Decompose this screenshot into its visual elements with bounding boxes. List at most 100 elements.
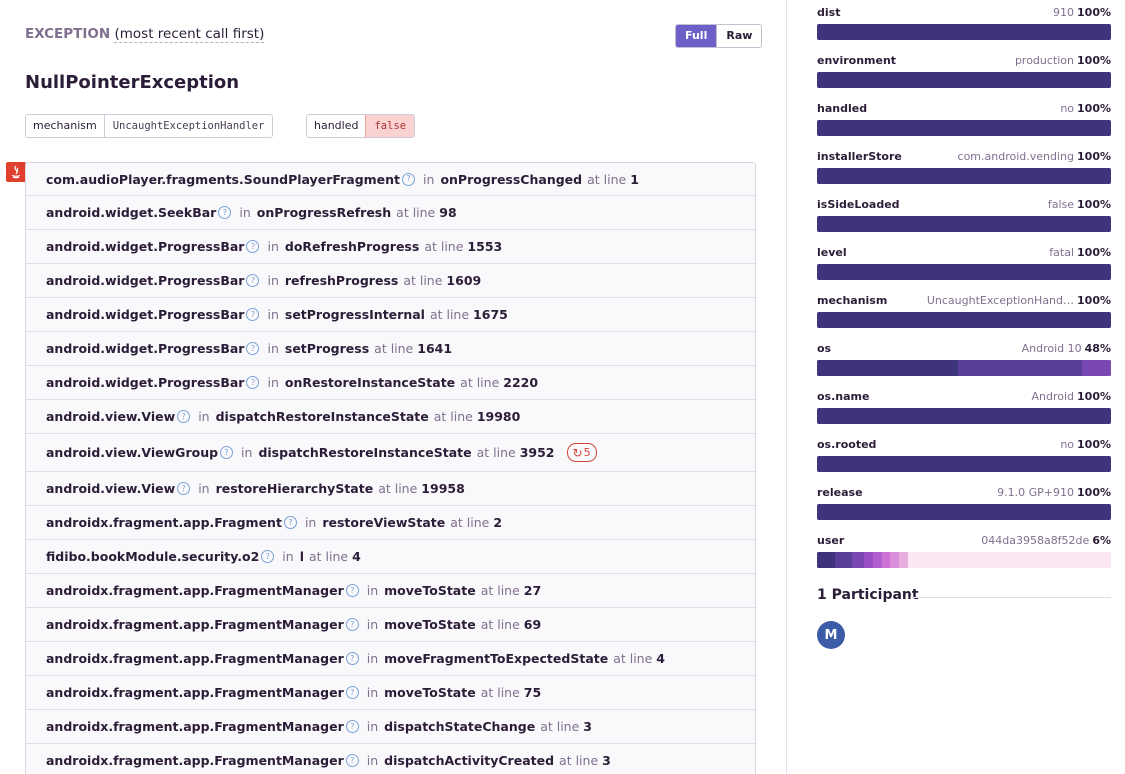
bar-segment[interactable]	[872, 552, 882, 568]
mechanism-key: mechanism	[26, 115, 104, 137]
frame-module: androidx.fragment.app.FragmentManager	[46, 583, 344, 598]
frame-function: dispatchActivityCreated	[384, 753, 555, 768]
stack-frame[interactable]: android.widget.ProgressBar? in setProgress…	[26, 297, 755, 331]
bar-segment[interactable]	[881, 552, 891, 568]
bar-segment[interactable]	[958, 360, 1082, 376]
tag-distribution-user[interactable]: user 044da3958a8f52de 6%	[817, 534, 1111, 568]
help-icon[interactable]: ?	[345, 754, 359, 767]
tag-distribution-mechanism[interactable]: mechanism UncaughtExceptionHand… 100%	[817, 294, 1111, 328]
help-icon[interactable]: ?	[177, 482, 191, 495]
tag-distribution-release[interactable]: release 9.1.0 GP+910 100%	[817, 486, 1111, 520]
bar-segment[interactable]	[817, 216, 1111, 232]
tag-distribution-os[interactable]: os Android 10 48%	[817, 342, 1111, 376]
exception-sublabel[interactable]: (most recent call first)	[114, 26, 265, 43]
stack-frame[interactable]: com.audioPlayer.fragments.SoundPlayerFra…	[26, 163, 755, 195]
help-icon[interactable]: ?	[218, 206, 232, 219]
tag-distribution-isSideLoaded[interactable]: isSideLoaded false 100%	[817, 198, 1111, 232]
bar-segment[interactable]	[817, 456, 1111, 472]
frame-line-number: 2220	[503, 375, 539, 390]
bar-segment[interactable]	[817, 360, 959, 376]
stack-frame[interactable]: androidx.fragment.app.FragmentManager? in…	[26, 709, 755, 743]
tag-distribution-os-rooted[interactable]: os.rooted no 100%	[817, 438, 1111, 472]
tag-distribution-bar[interactable]	[817, 216, 1111, 232]
avatar[interactable]: M	[817, 621, 845, 649]
bar-segment[interactable]	[817, 120, 1111, 136]
recursion-badge[interactable]: ↻ 5	[566, 443, 597, 462]
tag-key: os.rooted	[817, 438, 877, 451]
tag-distribution-bar[interactable]	[817, 168, 1111, 184]
stack-frame[interactable]: fidibo.bookModule.security.o2? in l at line…	[26, 539, 755, 573]
bar-segment[interactable]	[817, 552, 835, 568]
stack-frame[interactable]: android.widget.ProgressBar? in refreshProg…	[26, 263, 755, 297]
help-icon[interactable]: ?	[177, 410, 191, 423]
stack-frame[interactable]: android.widget.ProgressBar? in doRefreshPr…	[26, 229, 755, 263]
bar-segment[interactable]	[834, 552, 853, 568]
stack-frame[interactable]: androidx.fragment.app.FragmentManager? in…	[26, 607, 755, 641]
frame-function: dispatchRestoreInstanceState	[258, 445, 472, 460]
bar-segment[interactable]	[890, 552, 900, 568]
help-icon[interactable]: ?	[220, 446, 234, 459]
tag-distribution-bar[interactable]	[817, 552, 1111, 568]
frame-function: onRestoreInstanceState	[284, 375, 456, 390]
tag-distribution-bar[interactable]	[817, 408, 1111, 424]
help-icon[interactable]: ?	[246, 376, 260, 389]
stack-frame[interactable]: androidx.fragment.app.FragmentManager? in…	[26, 641, 755, 675]
bar-segment[interactable]	[1081, 360, 1111, 376]
frame-module: androidx.fragment.app.FragmentManager	[46, 685, 344, 700]
bar-segment[interactable]	[899, 552, 909, 568]
bar-segment[interactable]	[908, 552, 1111, 568]
tag-distribution-bar[interactable]	[817, 264, 1111, 280]
tag-distribution-bar[interactable]	[817, 456, 1111, 472]
raw-button[interactable]: Raw	[716, 25, 762, 47]
bar-segment[interactable]	[852, 552, 864, 568]
bar-segment[interactable]	[817, 168, 1111, 184]
frame-in-label: in	[239, 205, 251, 220]
bar-segment[interactable]	[817, 72, 1111, 88]
help-icon[interactable]: ?	[345, 652, 359, 665]
help-icon[interactable]: ?	[345, 686, 359, 699]
stack-frame[interactable]: android.view.View? in restoreHierarchyStat…	[26, 471, 755, 505]
stack-frame[interactable]: android.widget.SeekBar? in onProgressRefre…	[26, 195, 755, 229]
stack-frame[interactable]: android.view.View? in dispatchRestoreInsta…	[26, 399, 755, 433]
stack-frame[interactable]: androidx.fragment.app.FragmentManager? in…	[26, 573, 755, 607]
tag-distribution-bar[interactable]	[817, 504, 1111, 520]
help-icon[interactable]: ?	[345, 618, 359, 631]
stack-frame[interactable]: android.widget.ProgressBar? in setProgress…	[26, 331, 755, 365]
stack-frame[interactable]: android.view.ViewGroup? in dispatchRestore…	[26, 433, 755, 471]
help-icon[interactable]: ?	[246, 308, 260, 321]
tag-distribution-handled[interactable]: handled no 100%	[817, 102, 1111, 136]
tag-distribution-bar[interactable]	[817, 72, 1111, 88]
help-icon[interactable]: ?	[345, 720, 359, 733]
help-icon[interactable]: ?	[283, 516, 297, 529]
tag-distribution-bar[interactable]	[817, 120, 1111, 136]
tag-distribution-environment[interactable]: environment production 100%	[817, 54, 1111, 88]
help-icon[interactable]: ?	[246, 342, 260, 355]
stack-frame[interactable]: androidx.fragment.app.FragmentManager? in…	[26, 743, 755, 774]
tag-distribution-bar[interactable]	[817, 24, 1111, 40]
tag-distribution-level[interactable]: level fatal 100%	[817, 246, 1111, 280]
bar-segment[interactable]	[817, 312, 1111, 328]
bar-segment[interactable]	[817, 264, 1111, 280]
stack-frame[interactable]: androidx.fragment.app.FragmentManager? in…	[26, 675, 755, 709]
bar-segment[interactable]	[817, 504, 1111, 520]
tag-distribution-os-name[interactable]: os.name Android 100%	[817, 390, 1111, 424]
help-icon[interactable]: ?	[402, 172, 416, 186]
bar-segment[interactable]	[817, 408, 1111, 424]
tag-key: os.name	[817, 390, 870, 403]
help-icon[interactable]: ?	[246, 274, 260, 287]
tag-distribution-bar[interactable]	[817, 312, 1111, 328]
stack-frame[interactable]: android.widget.ProgressBar? in onRestoreIn…	[26, 365, 755, 399]
bar-segment[interactable]	[864, 552, 873, 568]
tag-top-value: 910	[1053, 6, 1075, 19]
frame-at-label: at line	[433, 409, 473, 424]
full-button[interactable]: Full	[676, 25, 717, 47]
tag-distribution-installerStore[interactable]: installerStore com.android.vending 100%	[817, 150, 1111, 184]
stack-frame[interactable]: androidx.fragment.app.Fragment? in restore…	[26, 505, 755, 539]
help-icon[interactable]: ?	[246, 240, 260, 253]
help-icon[interactable]: ?	[345, 584, 359, 597]
help-icon[interactable]: ?	[261, 550, 275, 563]
frame-at-label: at line	[396, 205, 436, 220]
tag-distribution-dist[interactable]: dist 910 100%	[817, 6, 1111, 40]
bar-segment[interactable]	[817, 24, 1111, 40]
tag-distribution-bar[interactable]	[817, 360, 1111, 376]
